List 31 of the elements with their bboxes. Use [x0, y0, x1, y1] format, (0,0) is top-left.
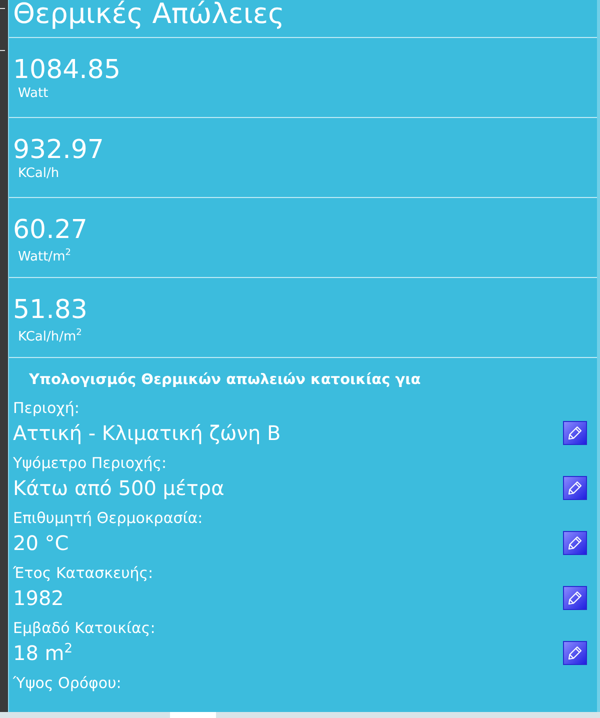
field-label: Υψόμετρο Περιοχής:: [13, 453, 168, 473]
field-label: Επιθυμητή Θερμοκρασία:: [13, 508, 204, 528]
result-unit: KCal/h: [18, 165, 60, 182]
field-label: Εμβαδό Κατοικίας:: [13, 618, 156, 638]
pencil-icon: [566, 534, 584, 552]
field-value: 1982: [13, 585, 64, 612]
edit-button[interactable]: [563, 586, 587, 610]
field-value: 20 °C: [13, 530, 69, 557]
result-unit: Watt: [18, 85, 48, 102]
pencil-icon: [566, 479, 584, 497]
field-value: Κάτω από 500 μέτρα: [13, 475, 224, 502]
result-unit: KCal/h/m$^{2}$: [18, 327, 82, 346]
section-heading: Υπολογισμός Θερμικών απωλειών κατοικίας για: [29, 372, 422, 388]
field-label: Έτος Κατασκευής:: [13, 563, 154, 583]
result-value: 51.83: [13, 295, 88, 325]
field-label: Ύψος Ορόφου:: [13, 673, 122, 693]
pencil-icon: [566, 589, 584, 607]
result-value: 932.97: [13, 135, 104, 165]
edit-button[interactable]: [563, 421, 587, 445]
edit-button[interactable]: [563, 476, 587, 500]
field-value: Αττική - Κλιματική ζώνη Β: [13, 420, 281, 447]
result-value: 60.27: [13, 215, 88, 245]
result-value: 1084.85: [13, 55, 121, 85]
page-title: Θερμικές Απώλειες: [12, 0, 284, 31]
result-unit: Watt/m$^{2}$: [18, 247, 71, 266]
edit-button[interactable]: [563, 641, 587, 665]
field-label: Περιοχή:: [13, 398, 80, 418]
pencil-icon: [566, 644, 584, 662]
field-value: 18 m$^{2}$: [13, 640, 73, 667]
edit-button[interactable]: [563, 531, 587, 555]
pencil-icon: [566, 424, 584, 442]
